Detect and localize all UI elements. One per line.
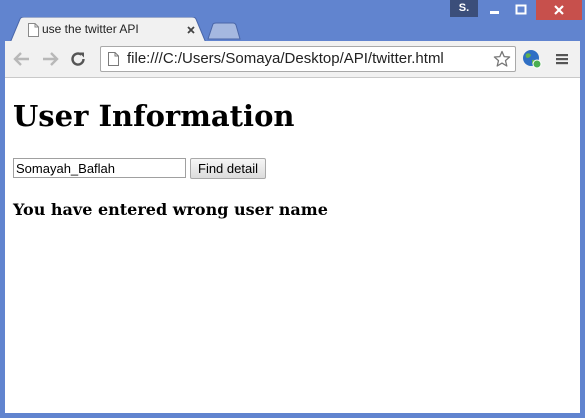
tab-active[interactable]: use the twitter API: [10, 17, 206, 43]
back-arrow-icon: [13, 52, 29, 66]
globe-extension-icon: [523, 50, 542, 69]
address-url: file:///C:/Users/Somaya/Desktop/API/twit…: [127, 50, 444, 67]
close-window-button[interactable]: [536, 0, 582, 20]
username-input[interactable]: [13, 158, 186, 178]
maximize-button[interactable]: [508, 0, 534, 20]
back-button[interactable]: [13, 50, 31, 68]
reload-icon: [71, 52, 85, 66]
title-bar: S. use the twitter API: [0, 0, 585, 43]
profile-badge[interactable]: S.: [450, 0, 478, 17]
close-icon: [554, 5, 564, 15]
address-bar[interactable]: file:///C:/Users/Somaya/Desktop/API/twit…: [100, 46, 516, 72]
forward-arrow-icon: [43, 52, 59, 66]
minimize-icon: [490, 11, 499, 14]
error-message: You have entered wrong user name: [13, 200, 328, 219]
page-content: User Information Find detail You have en…: [5, 78, 580, 413]
find-detail-button[interactable]: Find detail: [190, 158, 266, 179]
browser-toolbar: file:///C:/Users/Somaya/Desktop/API/twit…: [5, 41, 580, 78]
new-tab-button[interactable]: [207, 22, 241, 40]
hamburger-menu-icon: [556, 54, 568, 65]
page-heading: User Information: [13, 99, 295, 133]
maximize-icon: [515, 4, 527, 15]
forward-button[interactable]: [41, 50, 59, 68]
close-tab-icon[interactable]: [185, 24, 197, 36]
tab-title: use the twitter API: [42, 22, 139, 36]
extension-button[interactable]: [521, 48, 543, 70]
page-icon: [108, 52, 119, 66]
menu-button[interactable]: [553, 50, 571, 68]
bookmark-star-icon[interactable]: [493, 50, 511, 68]
reload-button[interactable]: [69, 50, 87, 68]
minimize-button[interactable]: [482, 0, 508, 20]
browser-window: S. use the twitter API file:///C:/Users/…: [0, 0, 585, 418]
page-icon: [28, 23, 39, 37]
